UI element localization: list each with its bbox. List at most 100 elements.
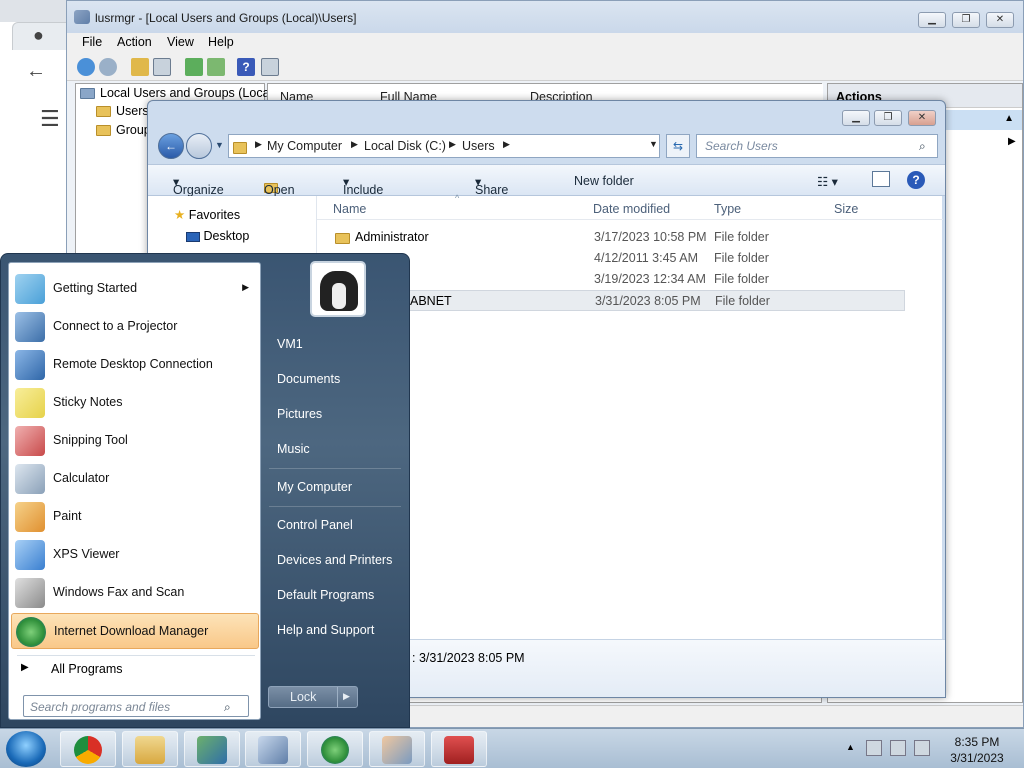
preview-pane-icon[interactable]: [872, 171, 890, 187]
program-getting-started[interactable]: Getting Started ▶: [11, 271, 259, 307]
program-connect-to-projector[interactable]: Connect to a Projector: [11, 309, 259, 345]
volume-muted-icon[interactable]: [914, 740, 930, 756]
program-windows-fax-scan[interactable]: Windows Fax and Scan: [11, 575, 259, 611]
start-item-help-support[interactable]: Help and Support: [277, 623, 374, 637]
breadcrumb-chevron-icon[interactable]: ▶: [449, 139, 456, 150]
start-item-default-programs[interactable]: Default Programs: [277, 588, 374, 602]
column-size[interactable]: Size: [834, 202, 858, 216]
show-action-pane-icon[interactable]: [261, 58, 279, 76]
taskbar-idm[interactable]: [307, 731, 363, 767]
breadcrumb-chevron-icon[interactable]: ▶: [351, 139, 358, 150]
file-row[interactable]: Administrator 3/17/2023 10:58 PM File fo…: [317, 227, 907, 248]
taskbar-explorer[interactable]: [122, 731, 178, 767]
share-with-button[interactable]: Share with ▾: [475, 174, 508, 211]
menu-file[interactable]: File: [82, 35, 102, 49]
explorer-minimize-button[interactable]: ▁: [842, 110, 870, 126]
explorer-back-button[interactable]: ←: [158, 133, 184, 159]
lusrmgr-title: lusrmgr - [Local Users and Groups (Local…: [95, 11, 357, 25]
start-item-vm1[interactable]: VM1: [277, 337, 303, 351]
expand-arrow-icon[interactable]: ▶: [1008, 136, 1016, 147]
back-icon[interactable]: [77, 58, 95, 76]
change-view-icon[interactable]: ☷ ▾: [817, 174, 838, 189]
tree-groups[interactable]: Group: [96, 123, 151, 141]
breadcrumb-local-disk[interactable]: Local Disk (C:): [364, 139, 446, 153]
action-center-icon[interactable]: [866, 740, 882, 756]
taskbar-toolbox[interactable]: [431, 731, 487, 767]
address-dropdown-icon[interactable]: ▼: [649, 139, 658, 149]
show-hidden-icons[interactable]: ▲: [846, 742, 855, 752]
column-type[interactable]: Type: [714, 202, 741, 216]
search-users-input[interactable]: Search Users ⌕: [696, 134, 938, 158]
user-avatar[interactable]: [310, 261, 366, 317]
nav-favorites[interactable]: ★ Favorites: [174, 207, 240, 222]
refresh-icon[interactable]: [185, 58, 203, 76]
maximize-button[interactable]: ❐: [952, 12, 980, 28]
taskbar-clock[interactable]: 8:35 PM 3/31/2023: [942, 734, 1012, 766]
taskbar-users[interactable]: [369, 731, 425, 767]
explorer-forward-button[interactable]: [186, 133, 212, 159]
new-folder-button[interactable]: New folder: [574, 174, 634, 188]
breadcrumb-chevron-icon[interactable]: ▶: [503, 139, 510, 150]
start-item-music[interactable]: Music: [277, 442, 310, 456]
export-list-icon[interactable]: [207, 58, 225, 76]
include-in-library-button[interactable]: Include in library ▾: [343, 174, 383, 225]
search-icon[interactable]: ⌕: [919, 139, 926, 154]
minimize-button[interactable]: ▁: [918, 12, 946, 28]
menu-action[interactable]: Action: [117, 35, 152, 49]
explorer-maximize-button[interactable]: ❐: [874, 110, 902, 126]
hamburger-menu-icon[interactable]: ☰: [40, 106, 60, 132]
all-programs-button[interactable]: ▶ All Programs: [11, 657, 259, 683]
taskbar-chrome[interactable]: [60, 731, 116, 767]
recent-pages-icon[interactable]: ▼: [215, 140, 224, 150]
program-snipping-tool[interactable]: Snipping Tool: [11, 423, 259, 459]
organize-button[interactable]: Organize ▾: [173, 174, 224, 197]
start-item-my-computer[interactable]: My Computer: [277, 480, 352, 494]
help-icon[interactable]: ?: [237, 58, 255, 76]
tree-users[interactable]: Users: [96, 104, 149, 122]
refresh-icon[interactable]: ⇆: [666, 134, 690, 158]
address-bar[interactable]: ▶ My Computer ▶ Local Disk (C:) ▶ Users …: [228, 134, 660, 158]
desktop-icon: [186, 231, 200, 242]
start-button[interactable]: [6, 731, 46, 767]
lusrmgr-titlebar[interactable]: lusrmgr - [Local Users and Groups (Local…: [67, 1, 1023, 33]
program-xps-viewer[interactable]: XPS Viewer: [11, 537, 259, 573]
program-paint[interactable]: Paint: [11, 499, 259, 535]
program-internet-download-manager[interactable]: Internet Download Manager: [11, 613, 259, 649]
start-item-control-panel[interactable]: Control Panel: [277, 518, 353, 532]
back-arrow-icon[interactable]: ←: [26, 60, 46, 83]
program-remote-desktop[interactable]: Remote Desktop Connection: [11, 347, 259, 383]
folder-icon: [96, 125, 111, 137]
shutdown-options-arrow-icon[interactable]: ▶: [343, 691, 350, 702]
help-icon[interactable]: ?: [907, 171, 925, 189]
breadcrumb-my-computer[interactable]: My Computer: [267, 139, 342, 153]
program-calculator[interactable]: Calculator: [11, 461, 259, 497]
program-sticky-notes[interactable]: Sticky Notes: [11, 385, 259, 421]
breadcrumb-users[interactable]: Users: [462, 139, 495, 153]
lock-button[interactable]: Lock ▶: [268, 686, 358, 708]
close-button[interactable]: ✕: [986, 12, 1014, 28]
explorer-close-button[interactable]: ✕: [908, 110, 936, 126]
nav-desktop[interactable]: Desktop: [186, 229, 249, 243]
mmc-toolbar: ?: [67, 53, 1023, 81]
column-date-modified[interactable]: Date modified: [593, 202, 670, 216]
start-item-devices-printers[interactable]: Devices and Printers: [277, 553, 392, 567]
forward-icon[interactable]: [99, 58, 117, 76]
menu-view[interactable]: View: [167, 35, 194, 49]
idm-icon: [321, 736, 349, 764]
show-tree-icon[interactable]: [153, 58, 171, 76]
taskbar-mmc[interactable]: [245, 731, 301, 767]
breadcrumb-chevron-icon[interactable]: ▶: [255, 139, 262, 150]
start-item-pictures[interactable]: Pictures: [277, 407, 322, 421]
start-right-separator: [269, 468, 401, 469]
menu-help[interactable]: Help: [208, 35, 234, 49]
search-icon[interactable]: ⌕: [224, 700, 231, 715]
up-folder-icon[interactable]: [131, 58, 149, 76]
collapse-arrow-icon[interactable]: ▲: [1004, 113, 1014, 124]
network-icon: [197, 736, 227, 764]
taskbar-network[interactable]: [184, 731, 240, 767]
start-item-documents[interactable]: Documents: [277, 372, 340, 386]
network-tray-icon[interactable]: [890, 740, 906, 756]
start-search-input[interactable]: Search programs and files ⌕: [23, 695, 249, 717]
column-name[interactable]: Name: [333, 202, 366, 216]
toolbox-icon: [444, 736, 474, 764]
